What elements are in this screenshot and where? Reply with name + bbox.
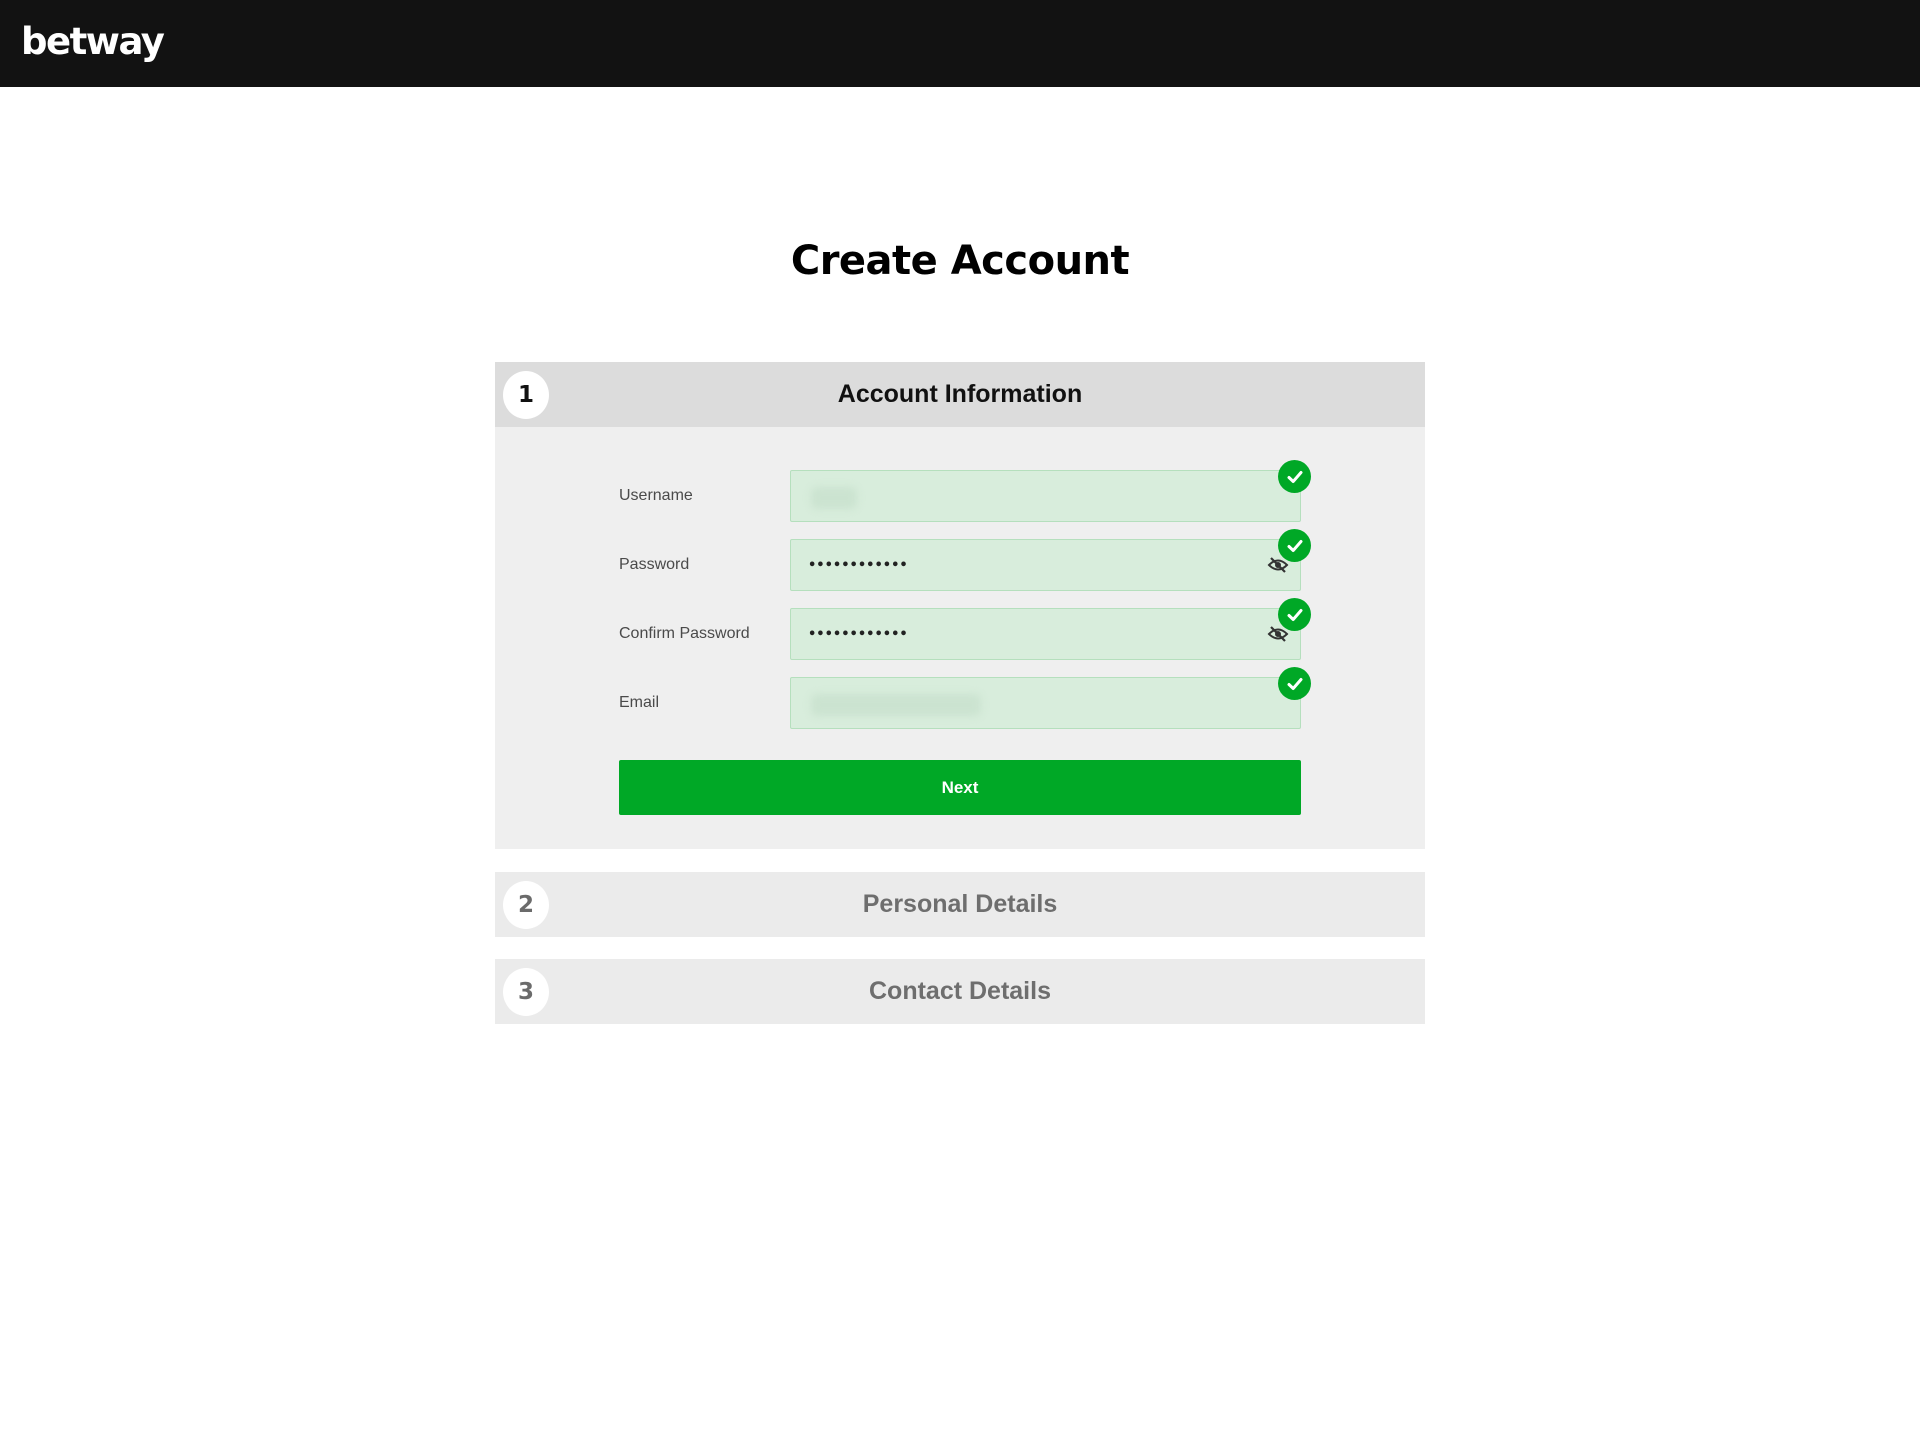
step-3-header[interactable]: 3 Contact Details	[495, 959, 1425, 1024]
confirm-password-input[interactable]	[790, 608, 1301, 660]
confirm-password-row: Confirm Password	[619, 598, 1311, 660]
page-title: Create Account	[790, 238, 1130, 284]
email-obscured-value	[811, 694, 981, 716]
check-circle-icon	[1278, 460, 1311, 493]
step-2-panel: 2 Personal Details	[495, 872, 1425, 937]
password-label: Password	[619, 556, 690, 573]
step-3-title: Contact Details	[869, 977, 1051, 1005]
top-bar: betway	[0, 0, 1920, 87]
step-2-header[interactable]: 2 Personal Details	[495, 872, 1425, 937]
confirm-password-label: Confirm Password	[619, 625, 750, 642]
betway-logo[interactable]: betway	[21, 18, 165, 66]
check-circle-icon	[1278, 667, 1311, 700]
username-obscured-value	[811, 487, 857, 509]
step-1-title: Account Information	[837, 380, 1083, 408]
email-label: Email	[619, 694, 660, 711]
check-circle-icon	[1278, 529, 1311, 562]
step-3-number: 3	[503, 968, 549, 1016]
step-2-number: 2	[503, 881, 549, 929]
next-button[interactable]: Next	[619, 760, 1301, 815]
step-1-header[interactable]: 1 Account Information	[495, 362, 1425, 427]
username-row: Username	[619, 460, 1311, 522]
username-input[interactable]	[790, 470, 1301, 522]
email-input[interactable]	[790, 677, 1301, 729]
account-information-form: Username Password Confirm Password	[495, 427, 1425, 849]
step-2-title: Personal Details	[862, 890, 1058, 918]
step-1-panel: 1 Account Information Username Password …	[495, 362, 1425, 849]
step-3-panel: 3 Contact Details	[495, 959, 1425, 1024]
username-label: Username	[619, 487, 693, 504]
password-input[interactable]	[790, 539, 1301, 591]
step-1-number: 1	[503, 371, 549, 419]
password-row: Password	[619, 529, 1311, 591]
email-row: Email	[619, 667, 1311, 729]
check-circle-icon	[1278, 598, 1311, 631]
